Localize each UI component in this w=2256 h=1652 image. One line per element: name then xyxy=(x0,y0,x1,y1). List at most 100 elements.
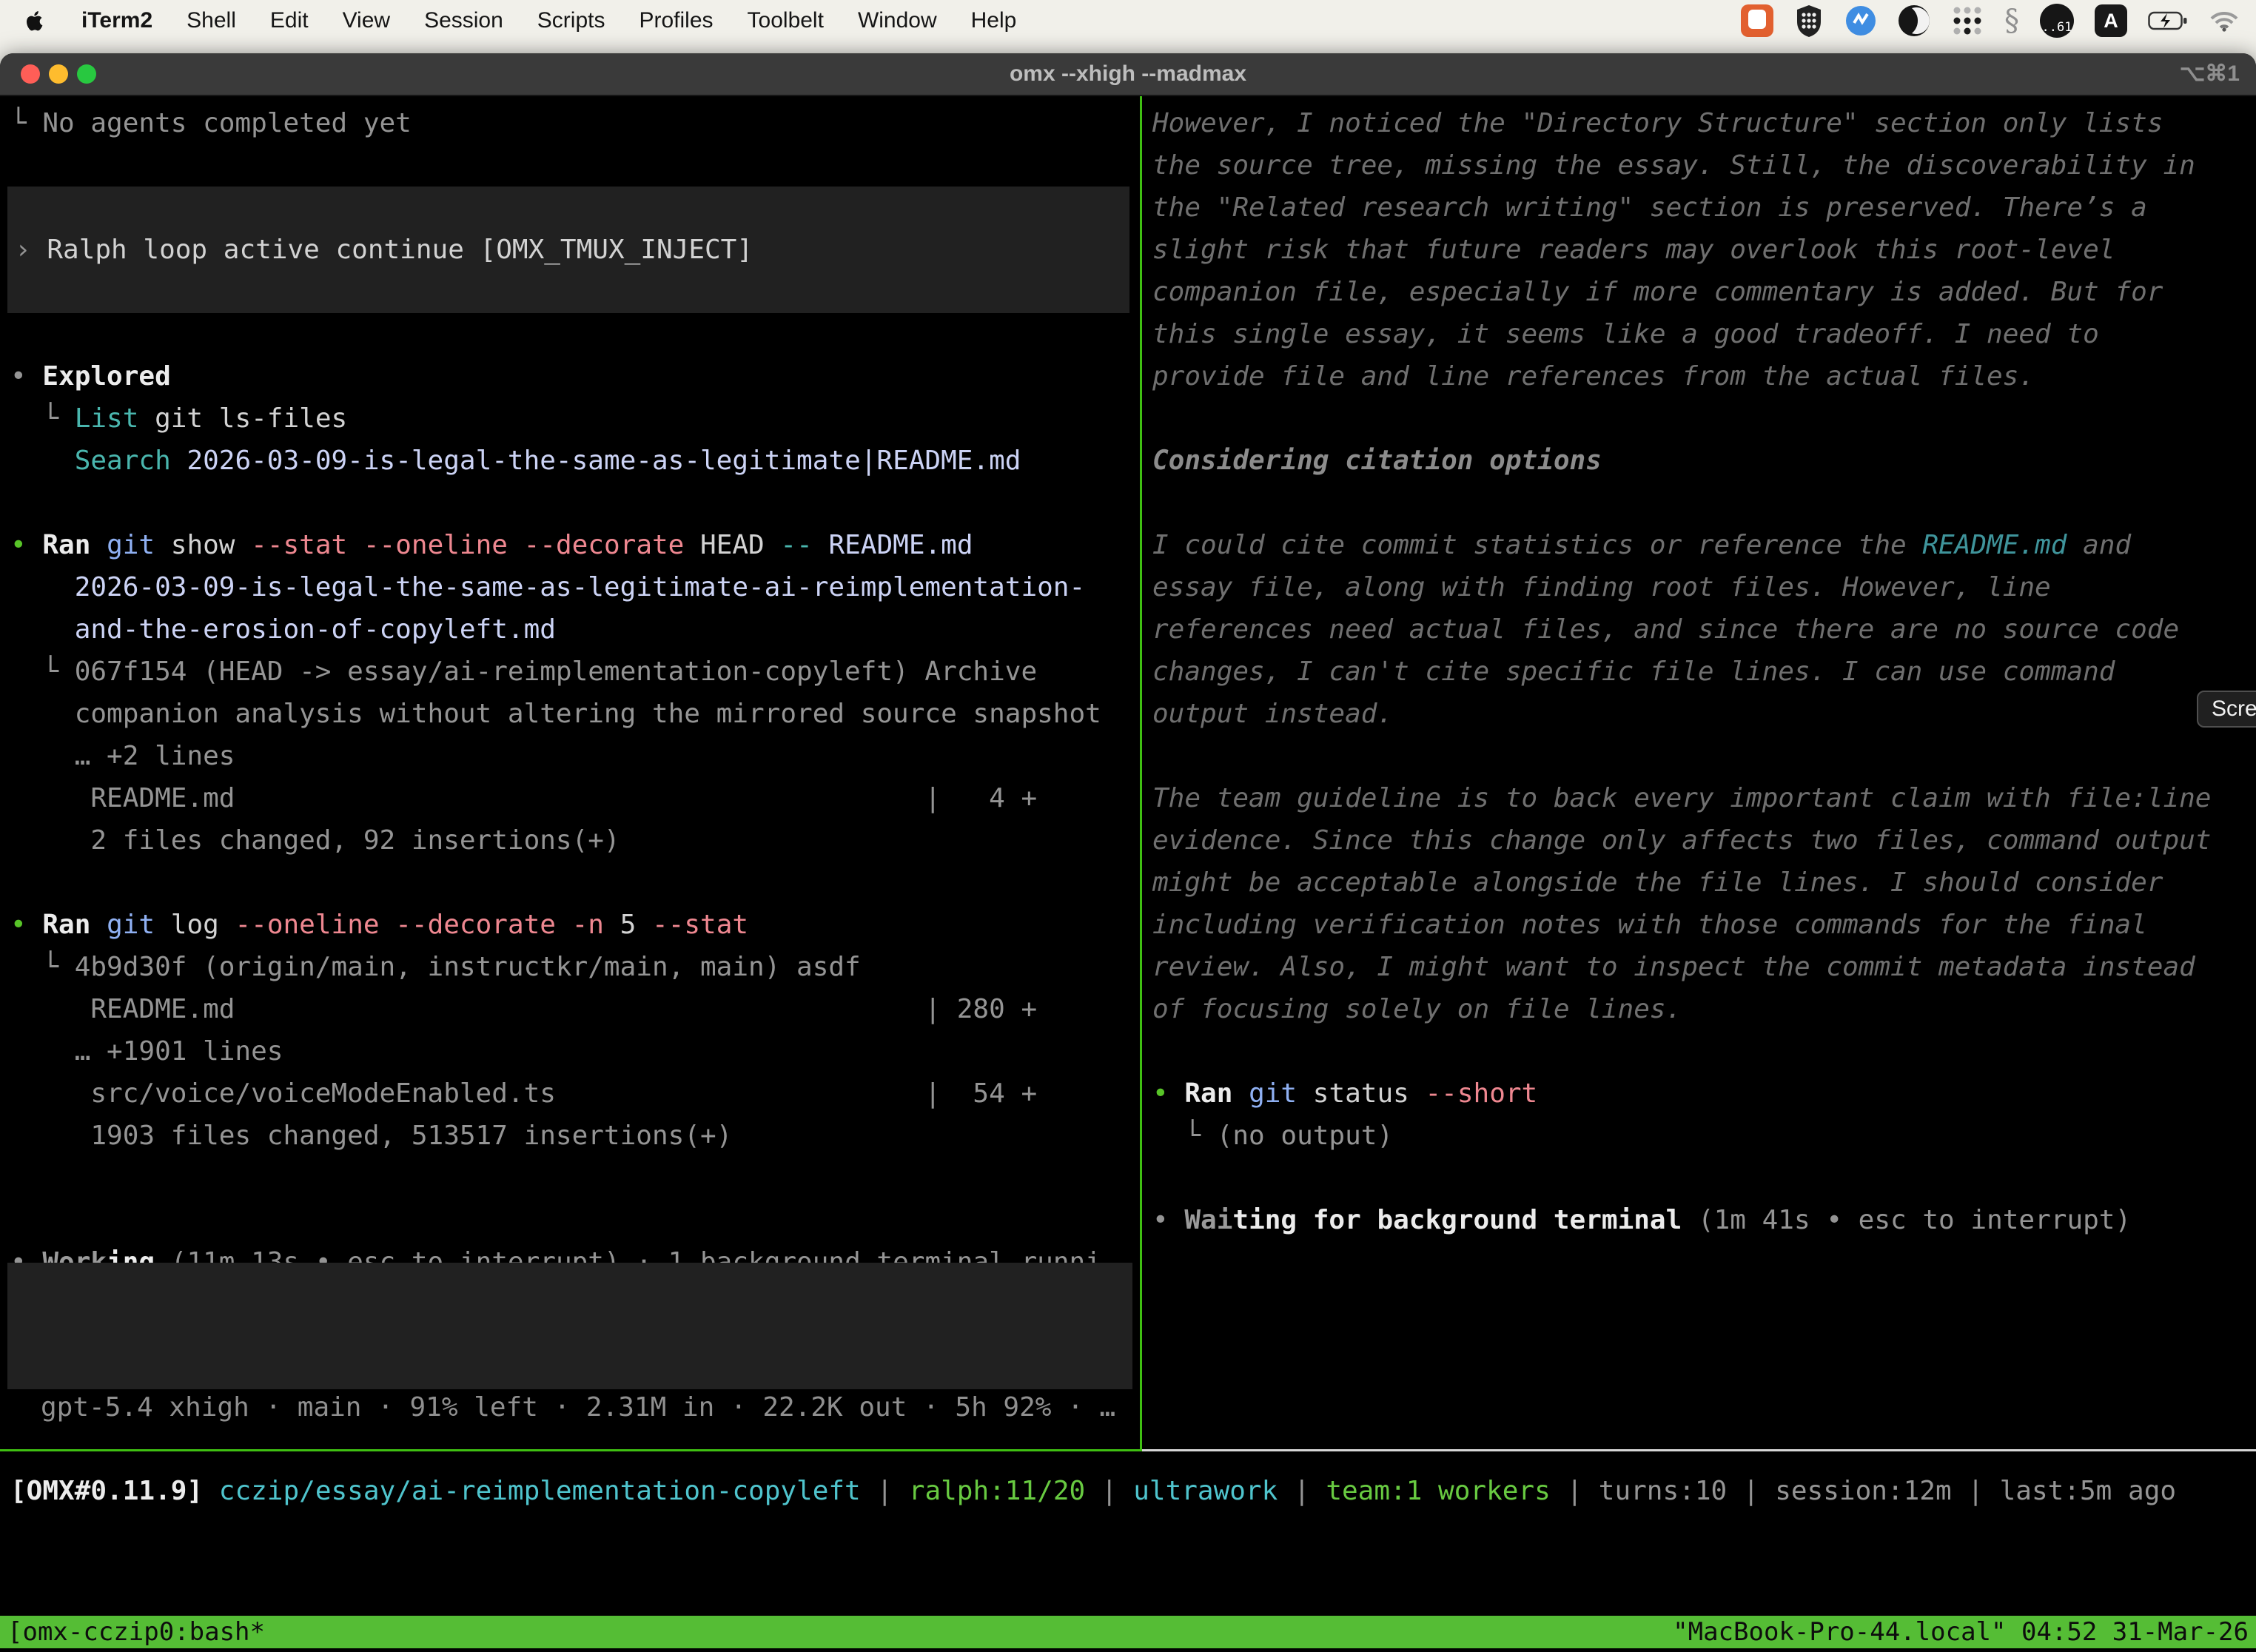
blank-line xyxy=(1142,735,2256,777)
screen-tooltip-label: Scre xyxy=(2212,696,2256,722)
transcript-line: └ List git ls-files xyxy=(0,397,1140,440)
text-segment: └ (no output) xyxy=(1152,1121,1393,1151)
text-segment: provide file and line references from th… xyxy=(1152,361,2035,392)
text-segment: [OMX#0.11.9] xyxy=(10,1476,203,1506)
text-segment: README.md xyxy=(1922,530,2067,560)
transcript-line: output instead. xyxy=(1142,693,2256,735)
text-segment: README.md | 280 + xyxy=(10,994,1037,1024)
text-segment: git xyxy=(107,530,155,560)
blank-line xyxy=(0,1157,1140,1199)
text-segment: | xyxy=(861,1476,909,1506)
text-segment: src/voice/voiceModeEnabled.ts | 54 + xyxy=(10,1078,1037,1109)
text-segment: --stat xyxy=(652,910,748,940)
text-segment: 5 xyxy=(604,910,652,940)
letter-a-icon[interactable]: A xyxy=(2095,4,2127,37)
text-segment: | turns:10 | session:12m | last:5m ago xyxy=(1551,1476,2176,1506)
text-segment: • xyxy=(1152,1205,1184,1235)
tmux-pane-left[interactable]: └ No agents completed yet › Ralph loop a… xyxy=(0,96,1140,1449)
text-segment xyxy=(90,530,107,560)
transcript-line: README.md | 4 + xyxy=(0,777,1140,819)
menu-item-help[interactable]: Help xyxy=(971,8,1017,33)
text-segment: Ralph loop active continue [OMX_TMUX_INJ… xyxy=(47,235,753,265)
terminal-area[interactable]: └ No agents completed yet › Ralph loop a… xyxy=(0,96,2256,1652)
text-segment xyxy=(813,530,829,560)
transcript-line: • Ran git log --oneline --decorate -n 5 … xyxy=(0,904,1140,946)
tmux-status-bar[interactable]: [omx-cczip0:bash* "MacBook-Pro-44.local"… xyxy=(0,1616,2256,1648)
transcript-line: companion analysis without altering the … xyxy=(0,693,1140,735)
text-segment: git xyxy=(1249,1078,1297,1109)
transcript-line: README.md | 280 + xyxy=(0,988,1140,1030)
text-segment: ting for background terminal xyxy=(1232,1205,1682,1235)
transcript-line: the source tree, missing the essay. Stil… xyxy=(1142,144,2256,187)
menu-item-shell[interactable]: Shell xyxy=(187,8,236,33)
menu-item-toolbelt[interactable]: Toolbelt xyxy=(748,8,824,33)
text-segment: this single essay, it seems like a good … xyxy=(1152,319,2099,349)
squiggle-icon[interactable]: § xyxy=(2004,4,2019,38)
text-segment: output instead. xyxy=(1152,699,1393,729)
menu-item-window[interactable]: Window xyxy=(858,8,937,33)
left-pane-transcript: └ No agents completed yet › Ralph loop a… xyxy=(0,96,1140,1283)
blue-pulse-icon[interactable] xyxy=(1844,4,1877,37)
text-segment: README.md | 4 + xyxy=(10,783,1037,813)
text-segment: 2026-03-09-is-legal-the-same-as-legitima… xyxy=(187,446,1021,476)
menu-item-session[interactable]: Session xyxy=(424,8,503,33)
text-segment: 2026-03-09-is-legal-the-same-as-legitima… xyxy=(10,572,1085,602)
chat-app-icon[interactable] xyxy=(1741,4,1773,37)
text-segment xyxy=(203,1476,219,1506)
text-segment: Search xyxy=(75,446,171,476)
meter-61-icon[interactable]: ..61 xyxy=(2040,4,2074,38)
blank-line xyxy=(0,862,1140,904)
transcript-line: … +1901 lines xyxy=(0,1030,1140,1072)
blank-line xyxy=(1142,397,2256,440)
menu-item-view[interactable]: View xyxy=(343,8,390,33)
transcript-line: I could cite commit statistics or refere… xyxy=(1142,524,2256,566)
text-segment: ultrawork xyxy=(1133,1476,1278,1506)
text-segment xyxy=(90,910,107,940)
text-segment: --oneline --decorate -n xyxy=(235,910,604,940)
pane-divider[interactable] xyxy=(1140,96,1142,1451)
text-segment: The team guideline is to back every impo… xyxy=(1152,783,2211,813)
transcript-line: this single essay, it seems like a good … xyxy=(1142,313,2256,355)
text-segment: slight risk that future readers may over… xyxy=(1152,235,2115,265)
wifi-icon[interactable] xyxy=(2209,9,2240,33)
transcript-line: Search 2026-03-09-is-legal-the-same-as-l… xyxy=(0,440,1140,482)
apple-icon[interactable] xyxy=(22,8,47,33)
text-segment: • xyxy=(1152,1078,1184,1109)
tmux-pane-right[interactable]: However, I noticed the "Directory Struct… xyxy=(1142,96,2256,1449)
shield-keypad-icon[interactable] xyxy=(1794,4,1824,38)
blank-line xyxy=(0,144,1140,187)
window-shortcut-badge: ⌥⌘1 xyxy=(2180,53,2240,95)
menu-item-edit[interactable]: Edit xyxy=(270,8,309,33)
left-agent-input-box[interactable]: › Improve documentation in @filename xyxy=(7,1263,1132,1389)
menu-item-profiles[interactable]: Profiles xyxy=(639,8,713,33)
text-segment: └ No agents completed yet xyxy=(10,108,412,138)
window-title-bar[interactable]: omx --xhigh --madmax ⌥⌘1 xyxy=(0,53,2256,96)
moon-circle-icon[interactable] xyxy=(1898,4,1930,37)
transcript-line: evidence. Since this change only affects… xyxy=(1142,819,2256,862)
battery-icon[interactable] xyxy=(2148,10,2188,31)
transcript-line: of focusing solely on file lines. xyxy=(1142,988,2256,1030)
transcript-line: • Ran git show --stat --oneline --decora… xyxy=(0,524,1140,566)
text-segment: -- xyxy=(780,530,812,560)
text-segment: | xyxy=(1085,1476,1133,1506)
dots-grid-icon[interactable] xyxy=(1951,4,1984,37)
text-segment: evidence. Since this change only affects… xyxy=(1152,825,2211,856)
menu-item-iterm2[interactable]: iTerm2 xyxy=(81,8,152,33)
text-segment: • xyxy=(10,361,42,392)
text-segment: Wai xyxy=(1184,1205,1232,1235)
ralph-loop-input-box[interactable]: › Ralph loop active continue [OMX_TMUX_I… xyxy=(7,187,1129,313)
text-segment: └ xyxy=(10,403,75,434)
text-segment: … +1901 lines xyxy=(10,1036,283,1067)
transcript-line: slight risk that future readers may over… xyxy=(1142,229,2256,271)
left-pane-border-bottom xyxy=(0,1449,1140,1451)
left-model-status-line: gpt-5.4 xhigh · main · 91% left · 2.31M … xyxy=(0,1386,1140,1428)
transcript-line: changes, I can't cite specific file line… xyxy=(1142,651,2256,693)
text-segment: git xyxy=(107,910,155,940)
text-segment: including verification notes with those … xyxy=(1152,910,2147,940)
menu-item-scripts[interactable]: Scripts xyxy=(537,8,605,33)
blank-line xyxy=(0,1199,1140,1241)
iterm2-window: omx --xhigh --madmax ⌥⌘1 └ No agents com… xyxy=(0,53,2256,1652)
transcript-line: review. Also, I might want to inspect th… xyxy=(1142,946,2256,988)
text-segment xyxy=(1232,1078,1249,1109)
transcript-line: The team guideline is to back every impo… xyxy=(1142,777,2256,819)
